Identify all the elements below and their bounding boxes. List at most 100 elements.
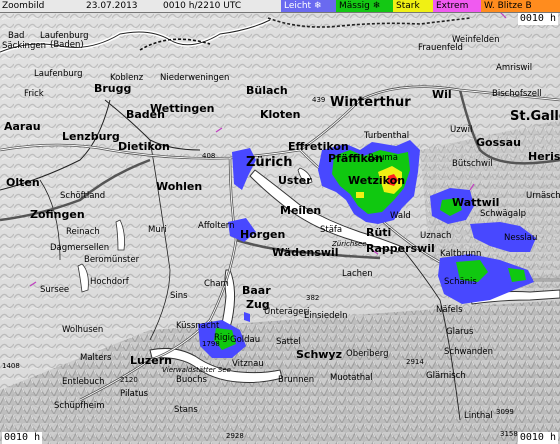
city-label: Wil bbox=[432, 88, 452, 101]
road-number: 408 bbox=[202, 152, 215, 160]
road-number: 3158 bbox=[500, 430, 518, 438]
snowflake-icon: ❄ bbox=[313, 1, 322, 11]
place-label: Glärnisch bbox=[426, 371, 466, 381]
place-label: Schwägalp bbox=[480, 209, 526, 219]
place-label: Nesslau bbox=[504, 233, 537, 243]
place-label: Sursee bbox=[40, 285, 69, 295]
place-label: Turbenthal bbox=[363, 131, 409, 141]
city-label-zurich: Zürich bbox=[246, 155, 293, 170]
legend-massig: Mässig ❄ bbox=[336, 0, 393, 12]
city-label: Zofingen bbox=[30, 208, 85, 221]
place-label: Pilatus bbox=[120, 389, 149, 399]
place-label: Säckingen bbox=[2, 41, 46, 51]
city-label: Bülach bbox=[246, 84, 288, 97]
city-label: Schwyz bbox=[296, 348, 342, 361]
place-label: Schänis bbox=[444, 277, 477, 287]
city-label-stgallen: St.Gallen bbox=[510, 109, 560, 124]
place-label: Urnäsch bbox=[526, 191, 560, 201]
time-label: 0010 h/2210 UTC bbox=[163, 1, 242, 11]
place-label: Goldau bbox=[230, 335, 260, 345]
place-label: Vitznau bbox=[232, 359, 264, 369]
place-label: Uznach bbox=[420, 231, 451, 241]
place-label: Brunnen bbox=[278, 375, 314, 385]
place-label: Bischofszell bbox=[492, 89, 542, 99]
city-label: Rapperswil bbox=[366, 242, 435, 255]
place-label: Uzwil bbox=[450, 125, 472, 135]
place-label: Näfels bbox=[436, 305, 463, 315]
city-label: Brugg bbox=[94, 82, 131, 95]
place-label: Schüpfheim bbox=[54, 401, 105, 411]
legend-blitze-label: W. Blitze bbox=[484, 1, 523, 11]
city-label: Olten bbox=[6, 176, 40, 189]
city-label: Dietikon bbox=[118, 140, 170, 153]
place-label: Kaltbrunn bbox=[440, 249, 481, 259]
place-label: Wald bbox=[390, 211, 411, 221]
corner-time-top: 0010 h bbox=[517, 13, 558, 25]
product-label: Zoombild bbox=[2, 1, 45, 11]
city-label: Uster bbox=[278, 174, 312, 187]
place-label: Dagmersellen bbox=[50, 243, 109, 253]
road-number: 382 bbox=[306, 294, 319, 302]
place-label: Linthal bbox=[464, 411, 493, 421]
place-label: Oberiberg bbox=[346, 349, 389, 359]
place-label: Stans bbox=[174, 405, 198, 415]
place-label: Wolhusen bbox=[62, 325, 103, 335]
place-label: Frick bbox=[24, 89, 44, 99]
city-label: Horgen bbox=[240, 228, 285, 241]
city-label: Wettingen bbox=[150, 102, 215, 115]
legend-extrem: Extrem bbox=[433, 0, 481, 12]
place-label: Malters bbox=[80, 353, 112, 363]
city-label: Herisau bbox=[528, 150, 560, 163]
place-label: Muotathal bbox=[330, 373, 373, 383]
city-label: Wattwil bbox=[452, 196, 499, 209]
city-label-winterthur: Winterthur bbox=[330, 95, 411, 110]
place-label: Laufenburg bbox=[34, 69, 82, 79]
place-label: Bütschwil bbox=[452, 159, 493, 169]
city-label: Wetzikon bbox=[348, 174, 405, 187]
place-label: Niederweningen bbox=[160, 73, 229, 83]
road-number: 1798 bbox=[202, 340, 220, 348]
place-label: Glarus bbox=[446, 327, 474, 337]
legend-leicht: Leicht ❄ bbox=[281, 0, 336, 12]
lake-label: Vierwaldstätter See bbox=[162, 366, 231, 374]
weather-radar-map: Zoombild 23.07.2013 0010 h/2210 UTC Leic… bbox=[0, 0, 560, 444]
city-label: Gossau bbox=[476, 136, 521, 149]
place-label: Cham bbox=[204, 279, 229, 289]
place-label: Schöftland bbox=[60, 191, 105, 201]
place-label: Entlebuch bbox=[62, 377, 105, 387]
road-number: 3099 bbox=[496, 408, 514, 416]
place-label: Schwanden bbox=[444, 347, 493, 357]
road-number: 1408 bbox=[2, 362, 20, 370]
city-label: Wohlen bbox=[156, 180, 202, 193]
road-number: 2928 bbox=[226, 432, 244, 440]
place-label: Bauma bbox=[368, 153, 398, 163]
place-label: Küssnacht bbox=[176, 321, 220, 331]
city-label: Rüti bbox=[366, 226, 391, 239]
place-label: Bad bbox=[8, 31, 24, 41]
corner-time-bottom-left: 0010 h bbox=[2, 432, 43, 444]
place-label: Sins bbox=[170, 291, 188, 301]
place-label: (Baden) bbox=[50, 40, 84, 50]
road-number: 439 bbox=[312, 96, 325, 104]
place-label: Stäfa bbox=[320, 225, 342, 235]
legend-stark-label: Stark bbox=[396, 1, 420, 11]
lightning-icon: B bbox=[525, 1, 532, 11]
place-label: Einsiedeln bbox=[304, 311, 348, 321]
place-label: Unterägeri bbox=[264, 307, 309, 317]
city-label: Wädenswil bbox=[272, 246, 339, 259]
city-label: Kloten bbox=[260, 108, 300, 121]
place-label: Buochs bbox=[176, 375, 207, 385]
place-label: Hochdorf bbox=[90, 277, 130, 287]
legend-blitze: W. Blitze B bbox=[481, 0, 560, 12]
city-label: Baar bbox=[242, 284, 271, 297]
snowflake-icon: ❄ bbox=[372, 1, 381, 11]
map-labels: Bad Säckingen Laufenburg (Baden) Laufenb… bbox=[2, 31, 560, 440]
place-label: Sattel bbox=[276, 337, 301, 347]
city-label: Meilen bbox=[280, 204, 321, 217]
place-label: Muri bbox=[148, 225, 167, 235]
date-label: 23.07.2013 bbox=[86, 1, 138, 11]
place-label: Amriswil bbox=[496, 63, 532, 73]
place-label: Reinach bbox=[66, 227, 100, 237]
road-number: 2120 bbox=[120, 376, 138, 384]
legend-extrem-label: Extrem bbox=[436, 1, 469, 11]
